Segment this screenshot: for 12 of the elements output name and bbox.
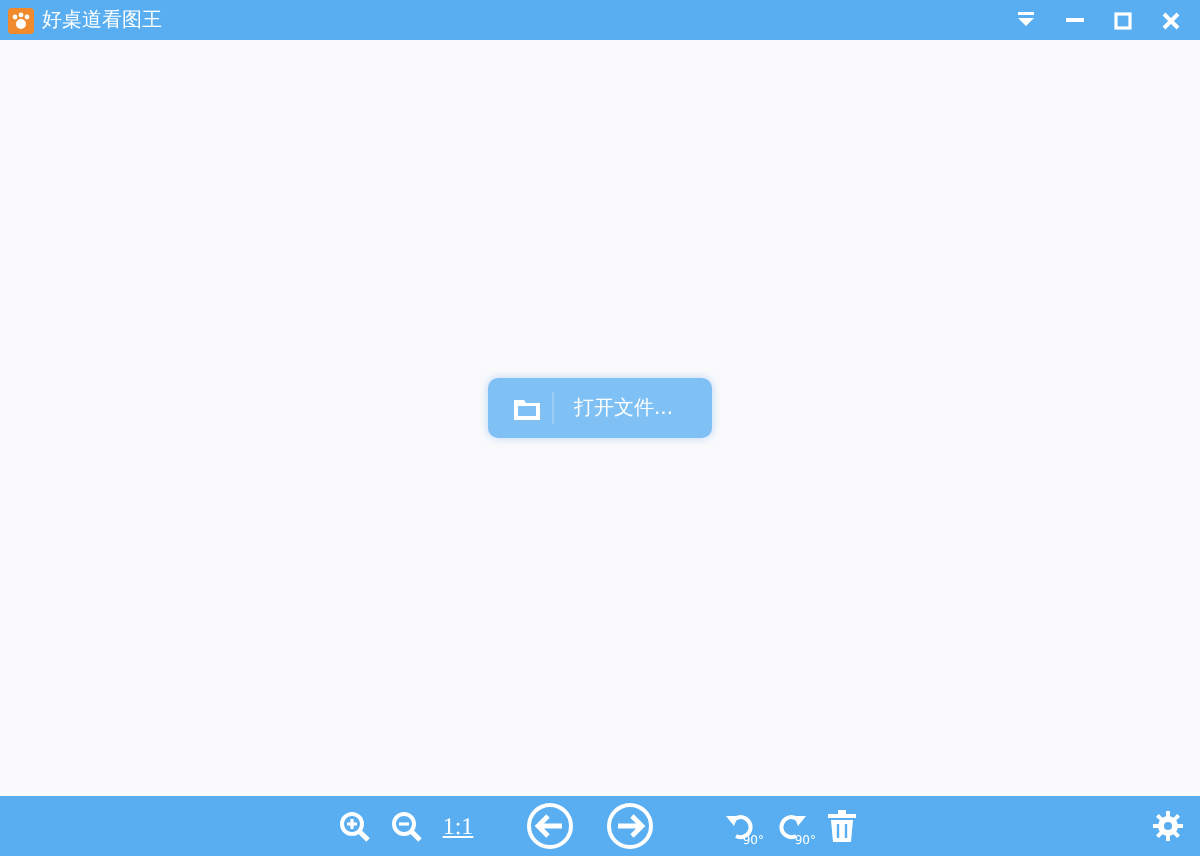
- minimize-icon[interactable]: [1065, 18, 1083, 22]
- folder-icon: [513, 397, 539, 419]
- app-logo-icon: [8, 7, 34, 33]
- maximize-icon[interactable]: [1113, 11, 1131, 29]
- close-icon[interactable]: [1161, 11, 1179, 29]
- actual-size-button[interactable]: 1:1: [436, 804, 480, 848]
- previous-button[interactable]: [524, 800, 576, 852]
- window-title: 好桌道看图王: [42, 7, 164, 34]
- open-file-button[interactable]: 打开文件...: [488, 378, 712, 438]
- dropdown-icon[interactable]: [1016, 12, 1036, 28]
- next-button[interactable]: [604, 800, 656, 852]
- settings-icon[interactable]: [1152, 810, 1184, 842]
